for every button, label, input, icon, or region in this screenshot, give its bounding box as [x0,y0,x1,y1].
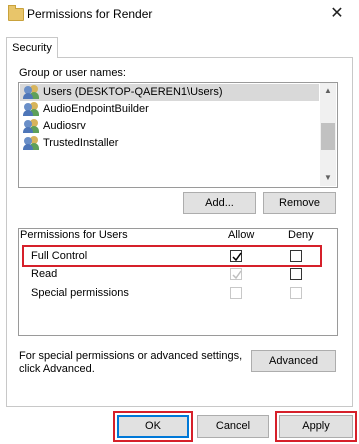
close-button[interactable]: ✕ [318,2,356,26]
list-item-label: TrustedInstaller [43,137,119,149]
permission-label-special: Special permissions [31,287,129,299]
tab-security[interactable]: Security [6,37,58,58]
list-item[interactable]: Users (DESKTOP-QAEREN1\Users) [20,84,319,101]
user-group-icon [23,119,40,134]
window-title: Permissions for Render [27,7,153,21]
folder-icon [8,5,24,21]
full-control-allow-checkbox[interactable] [230,250,242,262]
list-item-label: Audiosrv [43,120,86,132]
advanced-button[interactable]: Advanced [251,350,336,372]
user-list[interactable]: Users (DESKTOP-QAEREN1\Users) AudioEndpo… [18,82,338,188]
special-deny-checkbox[interactable] [290,287,302,299]
scroll-down-icon[interactable]: ▼ [320,170,336,186]
list-item[interactable]: TrustedInstaller [20,135,319,152]
user-group-icon [23,136,40,151]
advanced-help-line2: click Advanced. [19,363,95,375]
list-item[interactable]: Audiosrv [20,118,319,135]
list-scrollbar[interactable]: ▲ ▼ [320,83,336,186]
read-allow-checkbox[interactable] [230,268,242,280]
read-deny-checkbox[interactable] [290,268,302,280]
scroll-thumb[interactable] [321,123,335,150]
list-item-label: AudioEndpointBuilder [43,103,149,115]
group-user-names-label: Group or user names: [19,67,126,79]
list-item-label: Users (DESKTOP-QAEREN1\Users) [43,86,223,98]
ok-button[interactable]: OK [117,415,189,438]
title-bar: Permissions for Render ✕ [0,0,359,30]
checkmark-icon [232,270,242,280]
apply-button[interactable]: Apply [279,415,353,438]
permission-label-full-control: Full Control [31,250,88,262]
list-item[interactable]: AudioEndpointBuilder [20,101,319,118]
scroll-up-icon[interactable]: ▲ [320,83,336,99]
add-button[interactable]: Add... [183,192,256,214]
special-allow-checkbox[interactable] [230,287,242,299]
checkmark-icon [232,252,242,262]
cancel-button[interactable]: Cancel [197,415,269,438]
user-group-icon [23,85,40,100]
permission-label-read: Read [31,268,58,280]
permissions-header: Permissions for Users [20,229,128,241]
allow-column-header: Allow [228,229,255,241]
full-control-deny-checkbox[interactable] [290,250,302,262]
remove-button[interactable]: Remove [263,192,336,214]
advanced-help-line1: For special permissions or advanced sett… [19,350,243,362]
deny-column-header: Deny [288,229,314,241]
user-group-icon [23,102,40,117]
